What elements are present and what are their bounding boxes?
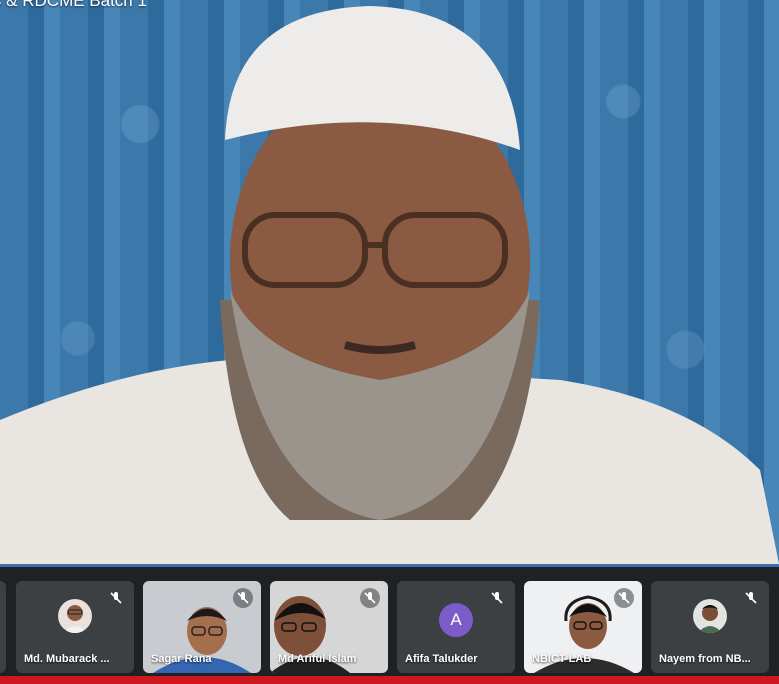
participant-name: Sagar Rana <box>151 653 212 665</box>
mic-off-icon <box>233 588 253 608</box>
mic-off-icon <box>741 588 761 608</box>
bottom-progress-bar <box>0 676 779 684</box>
participant-tile[interactable]: Md. Mubarack ... <box>16 581 134 673</box>
participant-tile[interactable]: NBICT LAB <box>524 581 642 673</box>
avatar: A <box>439 603 473 637</box>
participant-name: NBICT LAB <box>532 653 592 665</box>
mic-off-icon <box>106 588 126 608</box>
participant-tile-partial[interactable] <box>0 581 6 673</box>
participant-tile[interactable]: Sagar Rana <box>143 581 261 673</box>
participant-tile[interactable]: Nayem from NB... <box>651 581 769 673</box>
main-speaker-video: 4 & RDCME Batch 1 <box>0 0 779 564</box>
participant-strip: Md. Mubarack ... Sagar Rana Md Ariful Is… <box>0 567 779 676</box>
avatar <box>58 599 92 633</box>
speaker-figure <box>0 6 779 564</box>
participant-name: Md Ariful Islam <box>278 653 357 665</box>
avatar <box>693 599 727 633</box>
participant-tile[interactable]: A Afifa Talukder <box>397 581 515 673</box>
participant-name: Nayem from NB... <box>659 653 751 665</box>
participant-tile[interactable]: Md Ariful Islam <box>270 581 388 673</box>
participant-name: Afifa Talukder <box>405 653 478 665</box>
mic-off-icon <box>487 588 507 608</box>
meeting-title: 4 & RDCME Batch 1 <box>0 0 147 10</box>
mic-off-icon <box>360 588 380 608</box>
participant-name: Md. Mubarack ... <box>24 653 110 665</box>
mic-off-icon <box>614 588 634 608</box>
